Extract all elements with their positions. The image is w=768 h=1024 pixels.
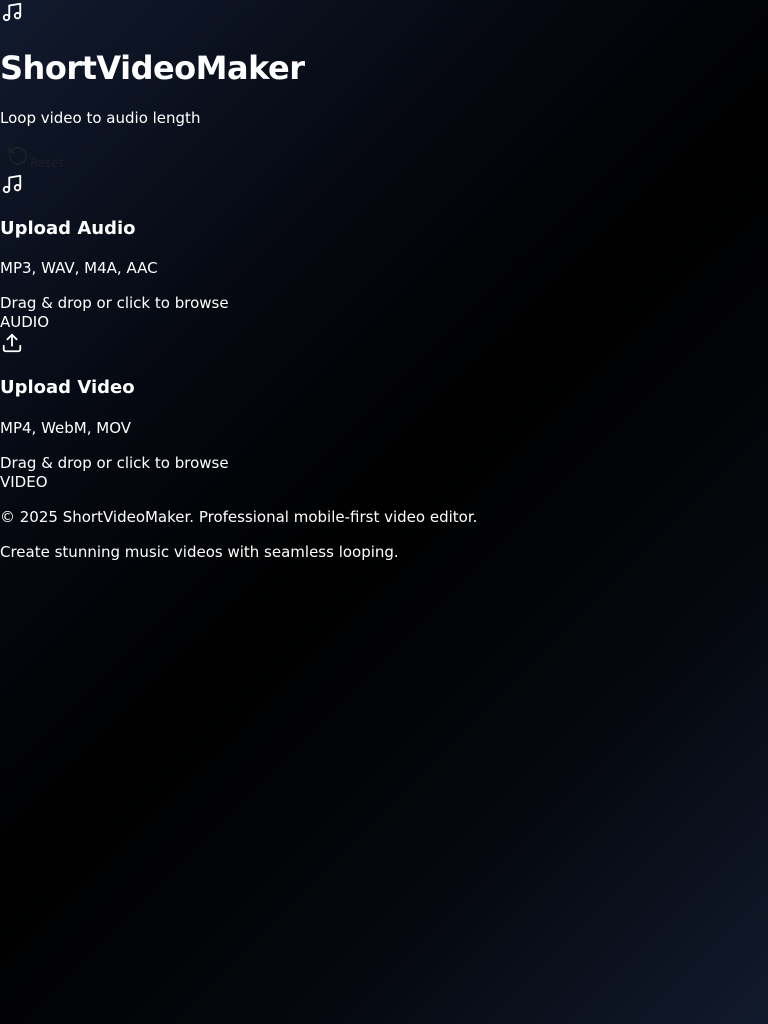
audio-upload-title: Upload Audio — [0, 218, 136, 239]
app-title: ShortVideoMaker — [0, 49, 305, 87]
audio-upload-hint: Drag & drop or click to browse — [0, 294, 229, 312]
rotate-ccw-icon — [8, 146, 28, 166]
video-upload-hint: Drag & drop or click to browse — [0, 454, 229, 472]
reset-label: Reset — [30, 156, 64, 170]
footer-tagline: Create stunning music videos with seamle… — [0, 543, 399, 561]
reset-button[interactable]: Reset — [6, 144, 76, 172]
video-upload-formats: MP4, WebM, MOV — [0, 419, 131, 437]
audio-upload-tag: AUDIO — [0, 313, 50, 331]
video-upload-tag: VIDEO — [0, 473, 48, 491]
footer-copyright: © 2025 ShortVideoMaker. Professional mob… — [0, 508, 478, 526]
app-subtitle: Loop video to audio length — [0, 109, 201, 127]
audio-upload-formats: MP3, WAV, M4A, AAC — [0, 259, 158, 277]
music-note-icon — [2, 2, 22, 22]
video-upload-dropzone[interactable]: Upload Video MP4, WebM, MOV Drag & drop … — [0, 332, 300, 492]
music-note-icon — [2, 174, 22, 194]
video-upload-title: Upload Video — [0, 377, 135, 398]
upload-icon — [2, 333, 22, 353]
audio-upload-dropzone[interactable]: Upload Audio MP3, WAV, M4A, AAC Drag & d… — [0, 170, 300, 332]
